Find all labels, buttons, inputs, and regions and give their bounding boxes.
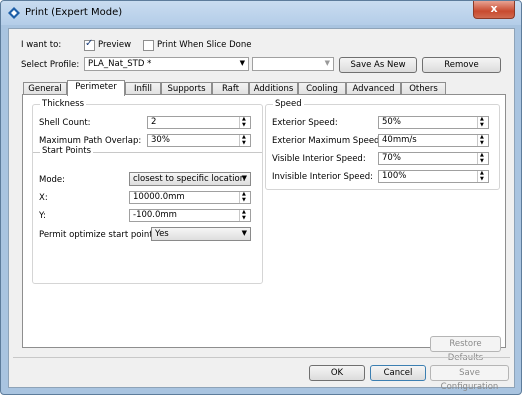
left-settings-group: Thickness Shell Count: 2 ▲ ▼ Maximum Path…	[32, 99, 263, 284]
start-points-title: Start Points	[40, 146, 93, 156]
print-when-done-checkbox[interactable]	[143, 40, 154, 51]
overlap-input[interactable]: 30% ▲ ▼	[147, 134, 251, 147]
mode-value: closest to specific location	[133, 174, 246, 184]
exterior-speed-input[interactable]: 50% ▲ ▼	[378, 116, 489, 129]
overlap-label: Maximum Path Overlap:	[39, 136, 142, 146]
up-down-arrows-icon[interactable]: ▲ ▼	[239, 210, 250, 221]
optimize-label: Permit optimize start points:	[39, 230, 160, 240]
preview-label: Preview	[98, 40, 132, 50]
x-label: X:	[39, 193, 48, 203]
select-profile-label: Select Profile:	[21, 60, 80, 70]
close-button[interactable]: x	[473, 1, 515, 19]
cancel-button[interactable]: Cancel	[370, 365, 426, 381]
window-title: Print (Expert Mode)	[25, 7, 123, 18]
y-label: Y:	[39, 211, 46, 221]
print-expert-dialog: Print (Expert Mode) x I want to: Preview…	[0, 0, 522, 395]
speed-title: Speed	[273, 99, 304, 109]
shell-count-label: Shell Count:	[39, 118, 91, 128]
up-down-arrows-icon[interactable]: ▲ ▼	[477, 171, 488, 182]
restore-defaults-button[interactable]: Restore Defaults	[430, 336, 501, 363]
invisible-interior-speed-input[interactable]: 100% ▲ ▼	[378, 170, 489, 183]
invisible-interior-speed-label: Invisible Interior Speed:	[272, 172, 373, 182]
thickness-title: Thickness	[40, 99, 87, 109]
exterior-speed-label: Exterior Speed:	[272, 118, 338, 128]
up-down-arrows-icon[interactable]: ▲ ▼	[239, 117, 250, 128]
y-input[interactable]: -100.0mm ▲ ▼	[129, 209, 251, 222]
remove-button[interactable]: Remove	[422, 57, 501, 73]
dialog-body: I want to: Preview Print When Slice Done…	[8, 28, 515, 392]
mode-select[interactable]: closest to specific location ▼	[129, 172, 251, 186]
visible-interior-speed-label: Visible Interior Speed:	[272, 154, 366, 164]
preview-checkbox[interactable]	[84, 38, 95, 51]
chevron-down-icon: ▼	[324, 59, 330, 67]
profile-value: PLA_Nat_STD *	[88, 59, 152, 69]
up-down-arrows-icon[interactable]: ▲ ▼	[477, 135, 488, 146]
optimize-value: Yes	[155, 229, 169, 239]
save-as-new-button[interactable]: Save As New	[339, 57, 417, 73]
footer-divider	[13, 357, 510, 358]
overlap-value: 30%	[151, 135, 170, 145]
title-bar[interactable]: Print (Expert Mode) x	[1, 1, 521, 25]
up-down-arrows-icon[interactable]: ▲ ▼	[477, 153, 488, 164]
chevron-down-icon: ▼	[239, 59, 245, 67]
chevron-down-icon: ▼	[241, 229, 247, 237]
visible-interior-speed-value: 70%	[382, 153, 401, 163]
optimize-select[interactable]: Yes ▼	[151, 227, 251, 241]
shell-count-value: 2	[151, 117, 157, 127]
secondary-select[interactable]: ▼	[252, 57, 334, 71]
tab-perimeter[interactable]: Perimeter	[67, 80, 125, 96]
y-value: -100.0mm	[133, 210, 177, 220]
i-want-to-label: I want to:	[21, 40, 62, 50]
perimeter-tab-panel: Thickness Shell Count: 2 ▲ ▼ Maximum Path…	[22, 94, 506, 348]
exterior-max-speed-label: Exterior Maximum Speed:	[272, 136, 383, 146]
exterior-speed-value: 50%	[382, 117, 401, 127]
chevron-down-icon: ▼	[241, 174, 247, 182]
x-input[interactable]: 10000.0mm ▲ ▼	[129, 191, 251, 204]
app-icon	[8, 7, 20, 19]
ok-button[interactable]: OK	[309, 365, 365, 381]
exterior-max-speed-input[interactable]: 40mm/s ▲ ▼	[378, 134, 489, 147]
x-value: 10000.0mm	[133, 192, 185, 202]
print-when-done-label: Print When Slice Done	[157, 40, 252, 50]
profile-select[interactable]: PLA_Nat_STD * ▼	[84, 57, 249, 71]
visible-interior-speed-input[interactable]: 70% ▲ ▼	[378, 152, 489, 165]
shell-count-input[interactable]: 2 ▲ ▼	[147, 116, 251, 129]
up-down-arrows-icon[interactable]: ▲ ▼	[239, 192, 250, 203]
up-down-arrows-icon[interactable]: ▲ ▼	[239, 135, 250, 146]
up-down-arrows-icon[interactable]: ▲ ▼	[477, 117, 488, 128]
exterior-max-speed-value: 40mm/s	[382, 135, 417, 145]
save-configuration-button[interactable]: Save Configuration	[430, 365, 509, 392]
invisible-interior-speed-value: 100%	[382, 171, 407, 181]
speed-group: Speed Exterior Speed: 50% ▲ ▼ Exterior Ma…	[265, 99, 500, 190]
mode-label: Mode:	[39, 175, 66, 185]
